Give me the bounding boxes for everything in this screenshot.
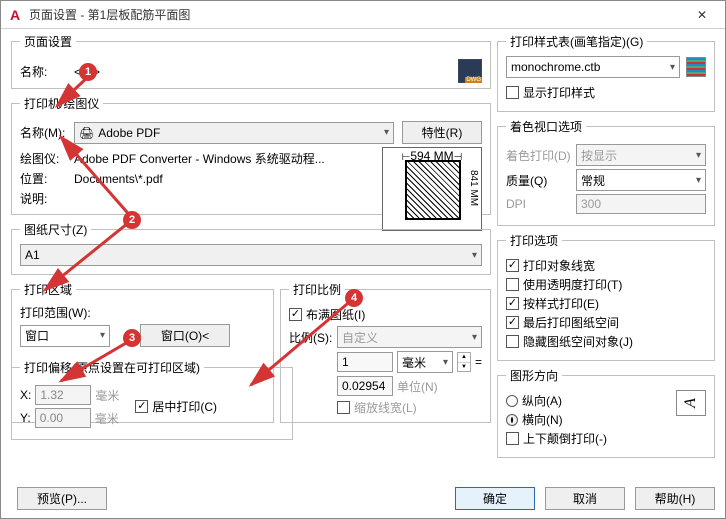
page-setup-dialog: A 页面设置 - 第1层板配筋平面图 ✕ 页面设置 名称: <无> 打印机/绘图… [0,0,726,519]
shade-viewport-group: 着色视口选项 着色打印(D)按显示▾ 质量(Q)常规▾ DPI300 [497,118,715,226]
show-plot-styles-checkbox[interactable]: 显示打印样式 [506,84,706,101]
equals-label: = [475,355,482,369]
dwg-icon [458,59,482,83]
y-input: 0.00 [35,408,91,428]
help-button[interactable]: 帮助(H) [635,487,715,510]
orientation-group: 图形方向 纵向(A) 横向(N) 上下颠倒打印(-) A [497,367,715,458]
x-label: X: [20,388,31,402]
fit-label: 布满图纸(I) [306,306,365,323]
plot-style-value: monochrome.ctb [511,60,600,74]
plot-transparency-checkbox[interactable]: 使用透明度打印(T) [506,276,706,293]
scale-select: 自定义 ▾ [337,326,482,348]
chevron-down-icon: ▾ [384,127,389,138]
page-setup-legend: 页面设置 [20,33,76,50]
scale-lineweight-checkbox: 缩放线宽(L) [337,399,482,416]
hide-paperspace-objects-checkbox[interactable]: 隐藏图纸空间对象(J) [506,333,706,350]
fit-to-paper-checkbox[interactable]: 布满图纸(I) [289,306,482,323]
chevron-down-icon: ▾ [472,250,477,261]
paper-size-group: 图纸尺寸(Z) A1 ▾ [11,221,491,275]
cancel-button[interactable]: 取消 [545,487,625,510]
landscape-radio[interactable]: 横向(N) [506,411,676,428]
printer-name-label: 名称(M): [20,124,74,141]
upside-down-checkbox[interactable]: 上下颠倒打印(-) [506,430,676,447]
portrait-radio[interactable]: 纵向(A) [506,392,676,409]
plotter-value: Adobe PDF Converter - Windows 系统驱动程... [74,150,325,167]
name-label: 名称: [20,63,74,80]
chevron-down-icon: ▾ [443,357,448,368]
plot-offset-group: 打印偏移(原点设置在可打印区域) X: 1.32毫米 Y: 0.00毫米 居中打印(… [11,359,293,440]
chevron-down-icon: ▾ [696,150,701,161]
plotter-label: 绘图仪: [20,150,74,167]
plot-paperspace-last-checkbox[interactable]: 最后打印图纸空间 [506,314,706,331]
plot-options-legend: 打印选项 [506,232,562,249]
pdf-icon: 🖨 [79,126,94,140]
plot-style-legend: 打印样式表(画笔指定)(G) [506,33,647,50]
shade-plot-select: 按显示▾ [576,144,706,166]
quality-label: 质量(Q) [506,172,576,189]
printer-group: 打印机/绘图仪 名称(M): 🖨 Adobe PDF ▾ 特性(R) 绘图仪:A… [11,95,491,215]
chevron-down-icon: ▾ [670,62,675,73]
center-label: 居中打印(C) [152,398,217,415]
printer-name-value: Adobe PDF [98,126,160,140]
quality-select[interactable]: 常规▾ [576,169,706,191]
orientation-legend: 图形方向 [506,367,562,384]
chevron-down-icon: ▾ [472,332,477,343]
plot-scale-legend: 打印比例 [289,281,345,298]
shade-plot-label: 着色打印(D) [506,147,576,164]
show-styles-label: 显示打印样式 [523,84,595,101]
range-label: 打印范围(W): [20,304,265,321]
dpi-input: 300 [576,194,706,214]
ok-button[interactable]: 确定 [455,487,535,510]
plot-range-select[interactable]: 窗口 ▾ [20,325,110,347]
drawing-unit-label: 单位(N) [397,378,438,395]
window-button[interactable]: 窗口(O)< [140,324,230,347]
properties-button[interactable]: 特性(R) [402,121,482,144]
scale-value: 自定义 [342,329,378,346]
window-title: 页面设置 - 第1层板配筋平面图 [29,6,679,23]
plot-style-select[interactable]: monochrome.ctb ▾ [506,56,680,78]
edit-style-button[interactable] [686,57,706,77]
shade-viewport-legend: 着色视口选项 [506,118,586,135]
x-unit: 毫米 [95,387,119,404]
printer-legend: 打印机/绘图仪 [20,95,103,112]
plot-with-styles-checkbox[interactable]: 按样式打印(E) [506,295,706,312]
orientation-icon: A [676,390,706,416]
plot-range-value: 窗口 [25,327,49,344]
plot-scale-group: 打印比例 布满图纸(I) 比例(S): 自定义 ▾ 1 毫米▾ ▲▼ = [280,281,491,423]
desc-label: 说明: [20,190,74,207]
titlebar[interactable]: A 页面设置 - 第1层板配筋平面图 ✕ [1,1,725,29]
page-setup-group: 页面设置 名称: <无> [11,33,491,89]
page-setup-name-value: <无> [74,63,458,80]
plot-area-legend: 打印区域 [20,281,76,298]
scale-lw-label: 缩放线宽(L) [354,399,417,416]
y-unit: 毫米 [95,410,119,427]
unit-value-input[interactable]: 1 [337,352,393,372]
position-value: Documents\*.pdf [74,172,163,186]
printer-name-select[interactable]: 🖨 Adobe PDF ▾ [74,122,394,144]
preview-button[interactable]: 预览(P)... [17,487,107,510]
unit-spinner[interactable]: ▲▼ [457,352,471,372]
unit-select[interactable]: 毫米▾ [397,351,453,373]
x-input: 1.32 [35,385,91,405]
y-label: Y: [20,411,31,425]
chevron-down-icon: ▾ [100,330,105,341]
plot-offset-legend: 打印偏移(原点设置在可打印区域) [20,359,204,376]
paper-preview: ⊢594 MM⊣ 841 MM [382,147,482,231]
dpi-label: DPI [506,197,576,211]
paper-size-value: A1 [25,248,40,262]
scale-label: 比例(S): [289,329,337,346]
close-button[interactable]: ✕ [679,1,725,29]
paper-height: 841 MM [468,170,479,206]
app-icon: A [7,7,23,23]
center-plot-checkbox[interactable]: 居中打印(C) [135,384,217,429]
chevron-down-icon: ▾ [696,175,701,186]
plot-options-group: 打印选项 打印对象线宽 使用透明度打印(T) 按样式打印(E) 最后打印图纸空间… [497,232,715,361]
paper-size-select[interactable]: A1 ▾ [20,244,482,266]
drawing-value-input[interactable]: 0.02954 [337,376,393,396]
paper-size-legend: 图纸尺寸(Z) [20,221,91,238]
position-label: 位置: [20,170,74,187]
plot-lineweights-checkbox[interactable]: 打印对象线宽 [506,257,706,274]
close-icon: ✕ [697,8,707,22]
plot-style-group: 打印样式表(画笔指定)(G) monochrome.ctb ▾ 显示打印样式 [497,33,715,112]
